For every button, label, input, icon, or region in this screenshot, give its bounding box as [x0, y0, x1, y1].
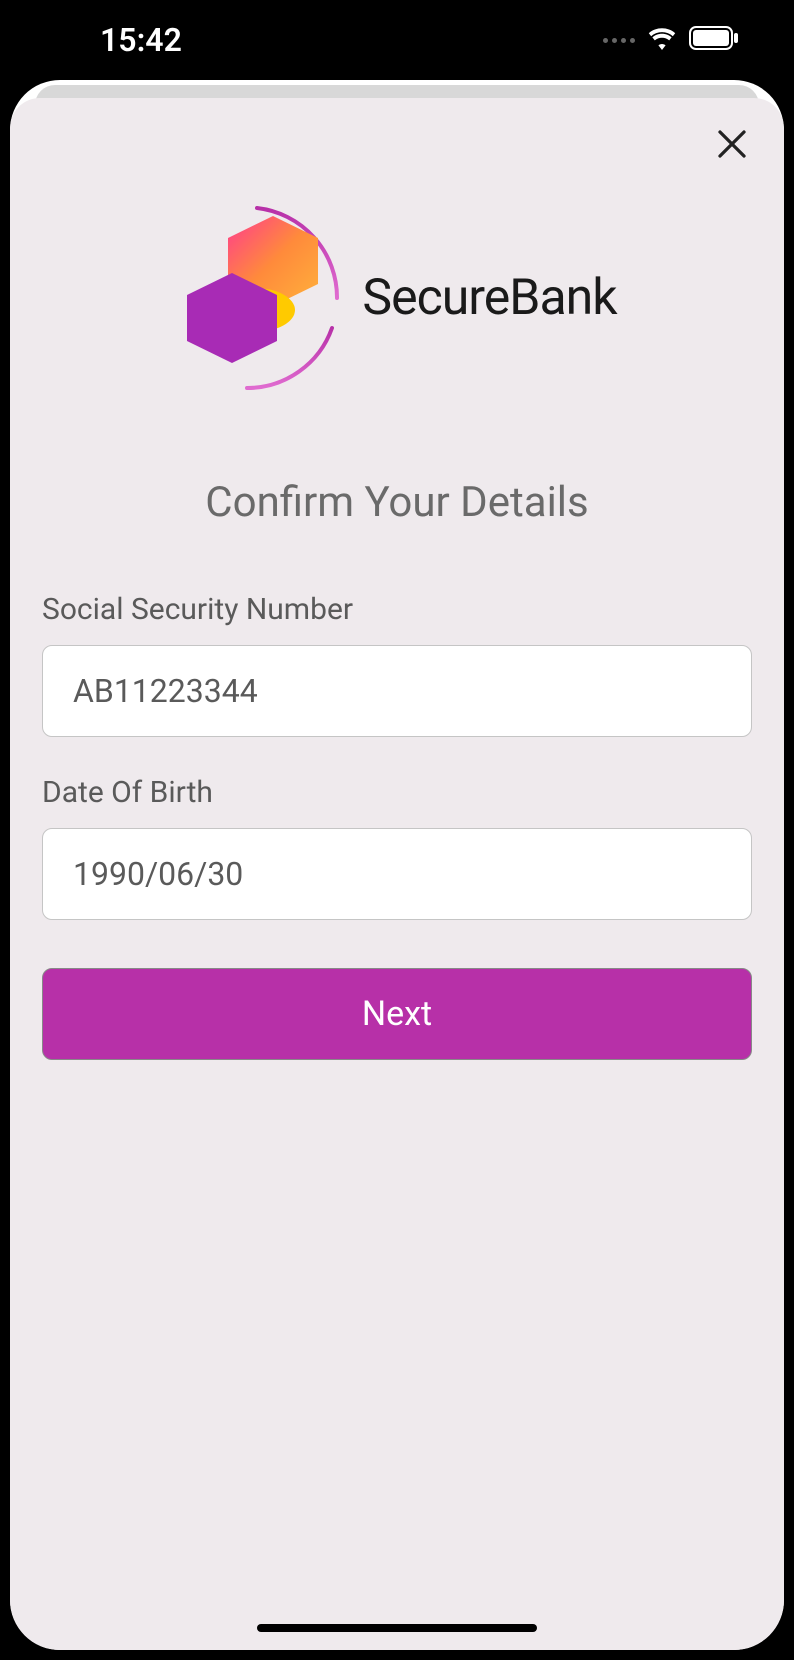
ssn-field-group: Social Security Number — [42, 592, 752, 737]
brand-logo-icon — [177, 198, 357, 398]
dob-label: Date Of Birth — [42, 775, 752, 810]
dob-input[interactable] — [42, 828, 752, 920]
close-button[interactable] — [710, 123, 754, 167]
close-icon — [714, 126, 750, 165]
page-title: Confirm Your Details — [42, 478, 752, 527]
ssn-label: Social Security Number — [42, 592, 752, 627]
home-indicator[interactable] — [257, 1624, 537, 1632]
brand-name: SecureBank — [362, 269, 616, 327]
wifi-icon — [647, 26, 677, 54]
battery-icon — [689, 26, 739, 54]
status-time: 15:42 — [100, 21, 182, 59]
modal-sheet: SecureBank Confirm Your Details Social S… — [10, 98, 784, 1650]
app-background: SecureBank Confirm Your Details Social S… — [10, 80, 784, 1650]
dob-field-group: Date Of Birth — [42, 775, 752, 920]
ssn-input[interactable] — [42, 645, 752, 737]
status-indicators — [603, 26, 739, 54]
signal-dots — [603, 38, 635, 43]
next-button[interactable]: Next — [42, 968, 752, 1060]
status-bar: 15:42 — [0, 0, 794, 80]
device-frame: 15:42 — [0, 0, 794, 1660]
logo-section: SecureBank — [42, 198, 752, 398]
